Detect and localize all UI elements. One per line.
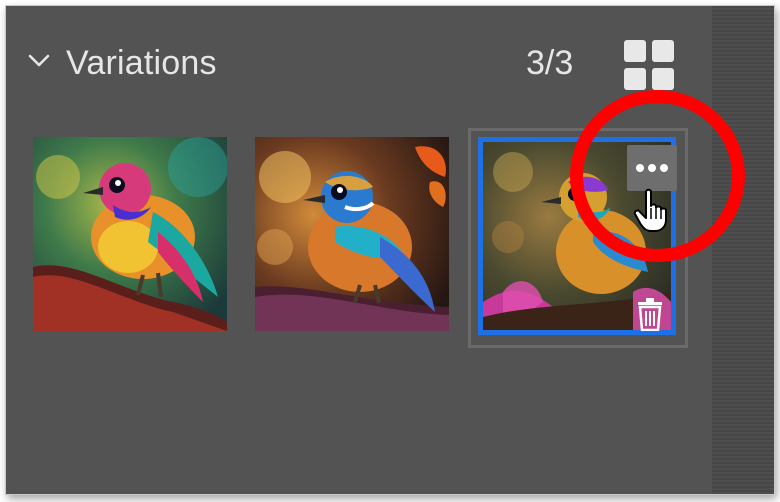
trash-icon[interactable] [628, 293, 672, 335]
panel-header: Variations 3/3 [6, 36, 706, 100]
highlight-circle [570, 90, 745, 262]
variation-count: 3/3 [526, 44, 574, 82]
panel-title[interactable]: Variations [66, 44, 217, 83]
panel-scrollbar[interactable] [712, 6, 774, 494]
chevron-down-icon[interactable] [28, 54, 50, 68]
grid-view-icon[interactable] [624, 40, 676, 92]
variation-thumbnail-2[interactable] [255, 137, 449, 331]
variation-thumbnail-1[interactable] [33, 137, 227, 331]
